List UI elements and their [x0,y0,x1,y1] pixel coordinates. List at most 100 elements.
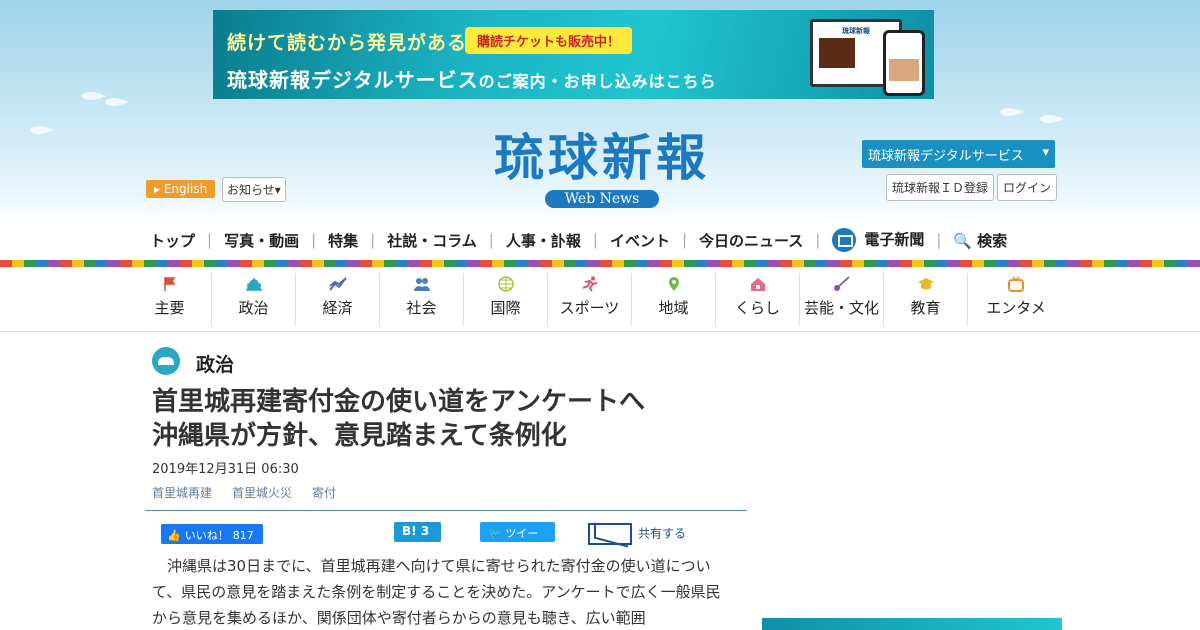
politics-section-icon [152,347,180,375]
nav-e-newspaper-label: 電子新聞 [864,230,925,249]
nav-separator: | [207,231,213,249]
category-label: 芸能・文化 [803,299,879,317]
category-arts-culture[interactable]: 芸能・文化 [800,273,884,325]
flag-icon [163,277,175,291]
cap-icon [917,278,934,290]
nav-separator: | [815,231,821,249]
tag-link[interactable]: 首里城火災 [232,484,292,501]
logo-title: 琉球新報 [494,128,710,187]
tv-icon [1008,276,1024,292]
facebook-like-button[interactable]: 👍 いいね！ 817 [161,524,263,544]
nav-top[interactable]: トップ [150,230,195,251]
nav-separator: | [370,231,376,249]
nav-features[interactable]: 特集 [328,230,358,251]
e-newspaper-icon [832,228,857,252]
category-label: 社会 [406,299,437,317]
article-date: 2019年12月31日 06:30 [152,462,299,477]
twitter-bird-icon: 🐦 [488,527,502,540]
nav-todays-news[interactable]: 今日のニュース [699,230,803,251]
category-label: 主要 [154,299,185,317]
article-body: 沖縄県は30日までに、首里城再建へ向けて県に寄せられた寄付金の使い道について、県… [152,557,721,627]
english-label: English [163,182,208,196]
nav-separator: | [488,231,494,249]
tweet-button[interactable]: 🐦 ツイート [480,522,555,556]
envelope-icon [588,523,632,545]
fish-decoration [1040,115,1064,123]
nav-separator: | [311,231,317,249]
hatena-bookmark-button[interactable]: B! 3 [394,522,441,542]
sanshin-icon [833,276,850,291]
category-label: くらし [734,299,780,317]
thumbs-up-icon: 👍 [167,529,181,542]
caret-down-icon: ▾ [274,183,281,197]
category-lifestyle[interactable]: くらし [716,273,800,325]
banner-headline-small: のご案内・お申し込みはこちら [478,72,717,91]
mail-share-label: 共有する [638,526,687,541]
fish-decoration [1000,108,1024,116]
fish-decoration [80,520,104,528]
main-navigation: トップ | 写真・動画 | 特集 | 社説・コラム | 人事・訃報 | イベント | 今日の… [150,227,1050,253]
fish-decoration [1120,338,1144,346]
fish-decoration [1085,340,1109,348]
login-button[interactable]: ログイン [997,174,1058,201]
fish-decoration [30,126,54,134]
nav-editorial-column[interactable]: 社説・コラム [387,230,477,251]
category-education[interactable]: 教育 [884,273,968,325]
banner-ticket-badge: 購読チケットも販売中！ [465,27,633,54]
banner-headline: 琉球新報デジタルサービスのご案内・お申し込みはこちら [227,64,717,93]
logo-subtitle: Web News [544,190,660,208]
category-economy[interactable]: 経済 [296,273,380,325]
search-icon: 🔍 [953,231,973,250]
pin-icon [668,277,679,291]
category-label: 地域 [658,299,689,317]
section-name[interactable]: 政治 [196,350,234,377]
hatena-label: B! [402,524,417,538]
category-major[interactable]: 主要 [128,273,212,325]
category-region[interactable]: 地域 [632,273,716,325]
tag-link[interactable]: 寄付 [312,484,336,501]
fish-decoration [12,480,36,488]
nav-separator: | [936,231,942,249]
fish-decoration [82,92,106,100]
category-sports[interactable]: スポーツ [548,273,632,325]
phone-illustration [883,30,925,96]
nav-search[interactable]: 🔍 検索 [953,230,1007,251]
notice-dropdown[interactable]: お知らせ▾ [222,177,286,202]
sidebar-banner[interactable] [762,618,1062,630]
headline-line-1: 首里城再建寄付金の使い道をアンケートへ [152,387,645,417]
mail-share-button[interactable]: 共有する [588,523,686,545]
runner-icon [582,276,597,292]
house-icon [750,278,765,291]
category-label: スポーツ [559,299,620,317]
category-politics[interactable]: 政治 [212,273,296,325]
category-label: 政治 [238,299,269,317]
category-international[interactable]: 国際 [464,273,548,325]
nav-search-label: 検索 [977,231,1008,250]
hatena-count: 3 [420,524,430,538]
category-label: 経済 [322,299,353,317]
phone-screen-image [889,59,919,81]
like-count: 817 [232,529,254,542]
laptop-screen-image [819,38,855,68]
nav-e-newspaper[interactable]: 電子新聞 [832,228,924,252]
nav-events[interactable]: イベント [610,230,670,251]
category-navigation: 主要 政治 経済 社会 国際 スポーツ 地域 くらし 芸能・文化 教育 エンタメ [128,273,1064,325]
digital-service-dropdown[interactable]: 琉球新報デジタルサービス ▾ [862,140,1055,168]
id-register-button[interactable]: 琉球新報ＩＤ登録 [886,174,995,201]
site-logo[interactable]: 琉球新報 Web News [452,128,752,208]
tag-link[interactable]: 首里城再建 [152,484,212,501]
fish-decoration [50,500,74,508]
nav-photo-video[interactable]: 写真・動画 [224,230,299,251]
digital-service-banner[interactable]: 続けて読むから発見がある 購読チケットも販売中！ 琉球新報デジタルサービスのご案… [213,10,934,99]
category-society[interactable]: 社会 [380,273,464,325]
category-label: エンタメ [986,299,1046,317]
article-headline: 首里城再建寄付金の使い道をアンケートへ 沖縄県が方針、意見踏まえて条例化 [152,385,742,453]
nav-personnel-obituary[interactable]: 人事・訃報 [506,230,581,251]
building-icon [245,278,262,291]
english-button[interactable]: ▸ English [146,180,216,198]
category-entertainment[interactable]: エンタメ [968,273,1064,325]
caret-down-icon: ▾ [1042,145,1049,160]
category-label: 国際 [490,299,521,317]
digital-service-label: 琉球新報デジタルサービス [868,149,1024,164]
fish-decoration [105,98,129,106]
